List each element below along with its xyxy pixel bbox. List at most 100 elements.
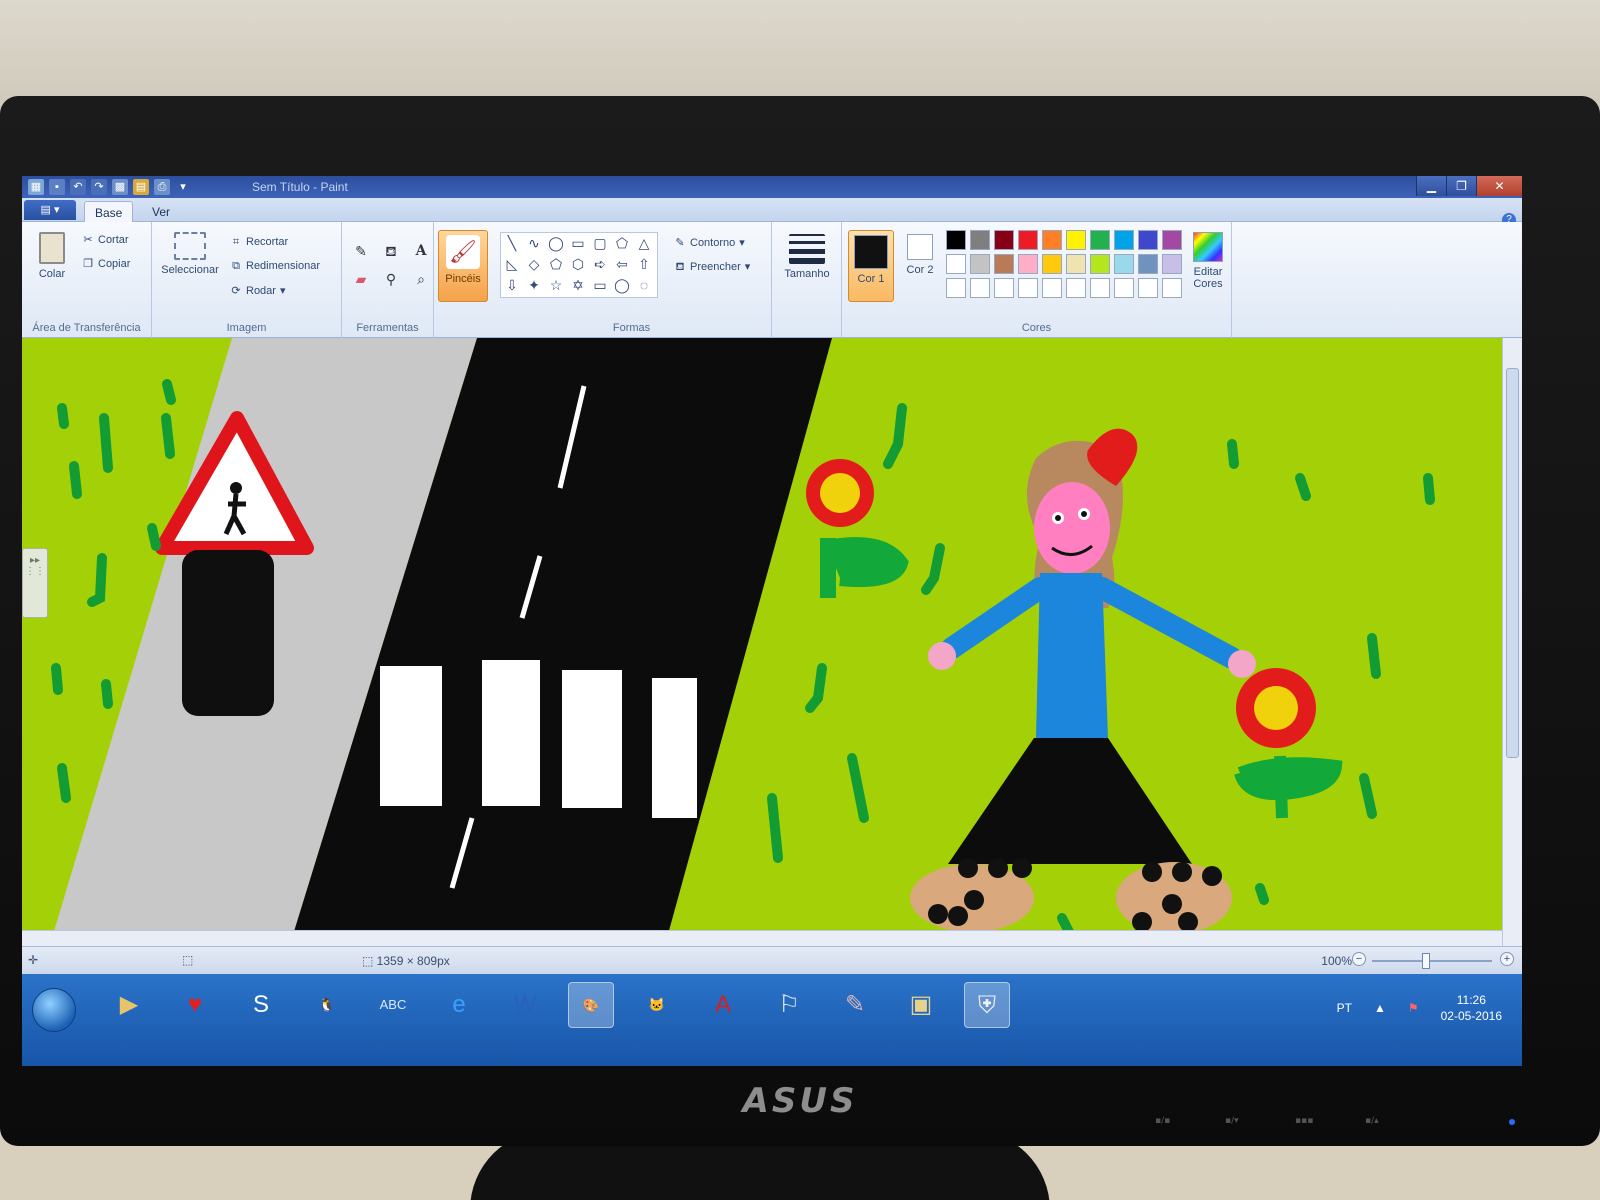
show-hidden-icons-icon[interactable]: ▲ [1374, 1001, 1386, 1015]
shape-option[interactable]: ◺ [501, 254, 523, 275]
resize-button[interactable]: ⧉ Redimensionar [230, 260, 320, 272]
vertical-scrollbar[interactable] [1502, 338, 1522, 946]
fill-bucket-icon[interactable]: ⛾ [380, 240, 402, 262]
eraser-icon[interactable]: ▰ [350, 268, 372, 290]
color-swatch[interactable] [1114, 230, 1134, 250]
palette-icon[interactable]: ▩ [112, 179, 128, 195]
scroll-thumb[interactable] [1506, 368, 1519, 758]
shape-option[interactable]: ▭ [589, 275, 611, 296]
customize-qat-icon[interactable]: ▾ [175, 179, 191, 195]
paint-icon[interactable]: 🎨 [568, 982, 614, 1028]
color-swatch[interactable] [970, 230, 990, 250]
copy-button[interactable]: ❐ Copiar [82, 258, 130, 270]
color-swatch[interactable] [1018, 278, 1038, 298]
color-swatch[interactable] [1042, 230, 1062, 250]
color-swatch[interactable] [994, 230, 1014, 250]
color-swatch[interactable] [1138, 278, 1158, 298]
color-swatch[interactable] [1066, 230, 1086, 250]
pencil-icon[interactable]: ✎ [350, 240, 372, 262]
shape-option[interactable]: ◇ [523, 254, 545, 275]
fill-button[interactable]: ⛾ Preencher ▾ [674, 260, 751, 274]
shape-option[interactable]: △ [633, 233, 655, 254]
brushes-button[interactable]: 🖌 Pincéis [438, 230, 488, 302]
shape-option[interactable]: ⬠ [545, 254, 567, 275]
color-swatch[interactable] [1042, 254, 1062, 274]
text-icon[interactable]: A [410, 240, 432, 262]
tab-base[interactable]: Base [84, 201, 134, 223]
zoom-slider-knob[interactable] [1422, 953, 1430, 969]
print-preview-icon[interactable]: ⎙ [154, 179, 170, 195]
undo-icon[interactable]: ↶ [70, 179, 86, 195]
color2-button[interactable]: Cor 2 [900, 234, 940, 276]
size-button[interactable]: Tamanho [780, 234, 834, 280]
network-icon[interactable]: ⚑ [1408, 1001, 1419, 1015]
save-icon[interactable]: ▪ [49, 179, 65, 195]
color-swatch[interactable] [946, 230, 966, 250]
shape-option[interactable]: ∿ [523, 233, 545, 254]
color-swatch[interactable] [970, 278, 990, 298]
shape-option[interactable]: ⇦ [611, 254, 633, 275]
rotate-button[interactable]: ⟳ Rodar ▾ [230, 284, 285, 298]
monitor-button[interactable]: ▪/▴ [1365, 1116, 1379, 1126]
start-button[interactable] [32, 988, 76, 1032]
color-picker-icon[interactable]: ⚲ [380, 268, 402, 290]
cat-icon[interactable]: 🐱 [634, 982, 680, 1028]
color-swatch[interactable] [1018, 230, 1038, 250]
color-swatch[interactable] [1114, 254, 1134, 274]
monitor-button[interactable]: ▪/▪ [1155, 1116, 1170, 1126]
print-icon[interactable]: ▤ [133, 179, 149, 195]
abc-icon[interactable]: ABC [370, 982, 416, 1028]
shape-option[interactable]: ➪ [589, 254, 611, 275]
color-swatch[interactable] [1090, 230, 1110, 250]
clock[interactable]: 11:26 02-05-2016 [1441, 992, 1502, 1024]
side-panel-handle[interactable]: ▸▸ ⋮⋮ [22, 548, 48, 618]
color-swatch[interactable] [1042, 278, 1062, 298]
redo-icon[interactable]: ↷ [91, 179, 107, 195]
penguin-icon[interactable]: 🐧 [304, 982, 350, 1028]
monitor-button[interactable]: ▪/▾ [1225, 1116, 1239, 1126]
drawing-canvas[interactable] [22, 338, 1502, 938]
color-swatch[interactable] [994, 278, 1014, 298]
shape-option[interactable]: ◯ [611, 275, 633, 296]
color-swatch[interactable] [946, 254, 966, 274]
color1-button[interactable]: Cor 1 [848, 230, 894, 302]
close-button[interactable]: ✕ [1476, 176, 1522, 196]
paste-button[interactable]: Colar [30, 232, 74, 280]
edit-colors-button[interactable]: Editar Cores [1186, 232, 1230, 290]
security-shield-icon[interactable]: ⛨ [964, 982, 1010, 1028]
monitor-button[interactable]: ▪▪▪ [1295, 1116, 1313, 1126]
color-swatch[interactable] [1090, 278, 1110, 298]
color-swatch[interactable] [1162, 278, 1182, 298]
outline-button[interactable]: ✎ Contorno ▾ [674, 236, 744, 250]
paint-app-icon[interactable]: ▦ [28, 179, 44, 195]
heart-icon[interactable]: ♥ [172, 982, 218, 1028]
acrobat-icon[interactable]: A [700, 982, 746, 1028]
shape-option[interactable]: ╲ [501, 233, 523, 254]
horizontal-scrollbar[interactable] [22, 930, 1502, 946]
magnifier-icon[interactable]: ⌕ [410, 268, 432, 290]
tab-ver[interactable]: Ver [142, 201, 180, 223]
zoom-out-button[interactable]: − [1352, 952, 1366, 966]
select-button[interactable]: Seleccionar [158, 232, 222, 276]
color-swatch[interactable] [1162, 254, 1182, 274]
shape-option[interactable]: ✦ [523, 275, 545, 296]
color-swatch[interactable] [1138, 254, 1158, 274]
shape-option[interactable]: ⬠ [611, 233, 633, 254]
color-swatch[interactable] [946, 278, 966, 298]
crop-button[interactable]: ⌗ Recortar [230, 236, 288, 248]
app-s-icon[interactable]: S [238, 982, 284, 1028]
notepad-icon[interactable]: ✎ [832, 982, 878, 1028]
cut-button[interactable]: ✂ Cortar [82, 234, 128, 246]
shape-option[interactable]: ⬡ [567, 254, 589, 275]
color-swatch[interactable] [1090, 254, 1110, 274]
color-swatch[interactable] [970, 254, 990, 274]
pdf-reader-icon[interactable]: ⚐ [766, 982, 812, 1028]
word-icon[interactable]: W [502, 982, 548, 1028]
shape-option[interactable]: ⇩ [501, 275, 523, 296]
color-swatch[interactable] [1138, 230, 1158, 250]
shape-option[interactable]: ◯ [545, 233, 567, 254]
color-swatch[interactable] [1066, 254, 1086, 274]
paint-menu-button[interactable]: ▤ ▾ [24, 200, 76, 220]
color-swatch[interactable] [1114, 278, 1134, 298]
restore-button[interactable]: ❐ [1446, 176, 1476, 196]
